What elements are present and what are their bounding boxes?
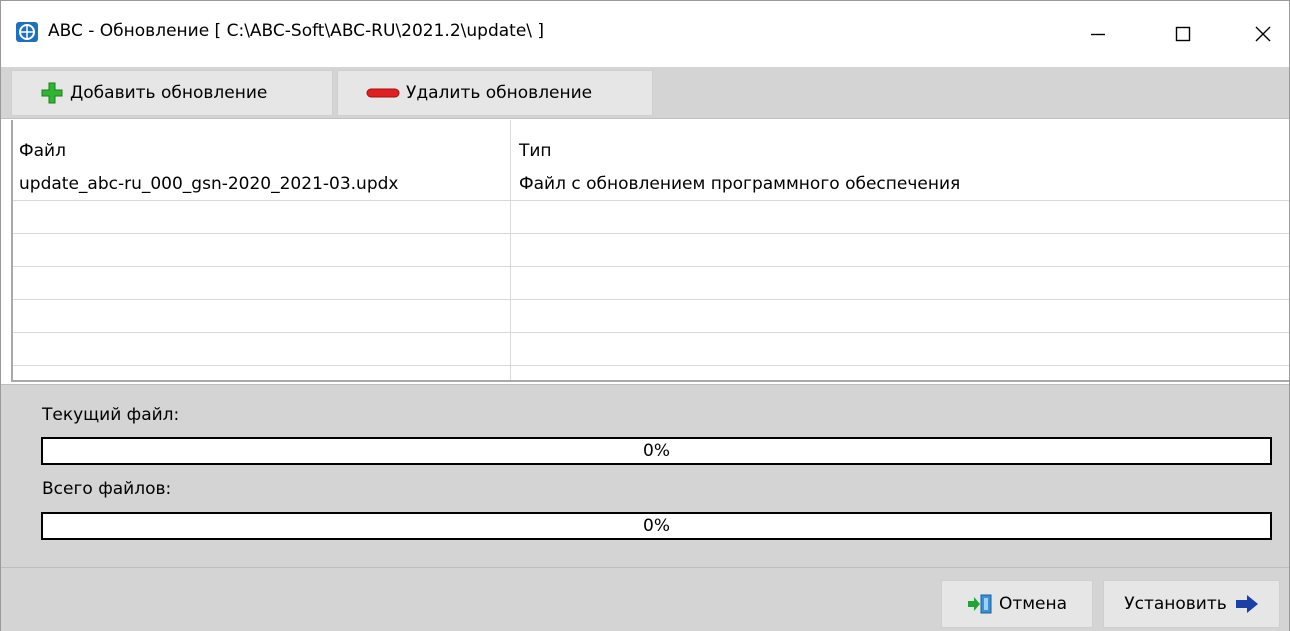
close-icon — [1255, 26, 1271, 42]
total-files-progress: 0% — [41, 512, 1272, 540]
table-row[interactable] — [13, 366, 1289, 380]
footer-panel: Отмена Установить — [1, 567, 1289, 631]
remove-update-label: Удалить обновление — [406, 83, 593, 103]
updates-table[interactable]: Файл Тип update_abc-ru_000_gsn-2020_2021… — [11, 120, 1289, 382]
total-files-label: Всего файлов: — [42, 479, 172, 499]
row-type-cell — [511, 300, 1289, 333]
add-update-button[interactable]: Добавить обновление — [11, 70, 333, 116]
row-type-cell — [511, 234, 1289, 267]
cancel-label: Отмена — [998, 594, 1068, 614]
row-file-cell — [13, 267, 510, 300]
arrow-right-icon — [1235, 594, 1259, 614]
row-type-cell: Файл с обновлением программного обеспече… — [519, 174, 961, 194]
row-file-cell — [13, 333, 510, 366]
add-update-label: Добавить обновление — [70, 83, 268, 103]
row-file-cell — [13, 366, 510, 380]
app-logo-icon — [15, 21, 39, 43]
minus-icon — [366, 86, 400, 100]
cancel-button[interactable]: Отмена — [941, 580, 1093, 628]
title-bar: ABC - Обновление [ C:\ABC-Soft\ABC-RU\20… — [1, 1, 1289, 65]
current-file-progress-text: 0% — [643, 441, 670, 461]
window-title: ABC - Обновление [ C:\ABC-Soft\ABC-RU\20… — [48, 21, 545, 41]
row-file-cell — [13, 300, 510, 333]
table-header: Файл Тип — [13, 135, 1289, 167]
install-label: Установить — [1124, 594, 1227, 614]
minimize-button[interactable] — [1068, 11, 1128, 57]
close-button[interactable] — [1233, 11, 1290, 57]
row-file-cell — [13, 201, 510, 234]
total-files-progress-text: 0% — [643, 516, 670, 536]
table-row[interactable] — [13, 267, 1289, 300]
table-row[interactable] — [13, 234, 1289, 267]
install-button[interactable]: Установить — [1103, 580, 1280, 628]
minimize-icon — [1091, 33, 1105, 36]
column-header-type[interactable]: Тип — [511, 135, 1289, 168]
row-type-cell — [511, 333, 1289, 366]
current-file-label: Текущий файл: — [42, 405, 180, 425]
exit-door-icon — [967, 593, 993, 615]
table-row[interactable] — [13, 300, 1289, 333]
table-row[interactable] — [13, 201, 1289, 234]
remove-update-button[interactable]: Удалить обновление — [337, 70, 653, 116]
maximize-icon — [1175, 26, 1191, 42]
column-header-file[interactable]: Файл — [13, 135, 510, 168]
plus-icon — [40, 81, 64, 105]
table-row[interactable]: update_abc-ru_000_gsn-2020_2021-03.updx … — [13, 168, 1289, 201]
row-file-cell — [13, 234, 510, 267]
row-file-cell: update_abc-ru_000_gsn-2020_2021-03.updx — [19, 174, 399, 194]
current-file-progress: 0% — [41, 437, 1272, 465]
progress-panel: Текущий файл: 0% Всего файлов: 0% — [1, 384, 1289, 567]
row-type-cell — [511, 366, 1289, 380]
table-row[interactable] — [13, 333, 1289, 366]
maximize-button[interactable] — [1153, 11, 1213, 57]
row-type-cell — [511, 267, 1289, 300]
update-window: ABC - Обновление [ C:\ABC-Soft\ABC-RU\20… — [0, 0, 1290, 631]
toolbar: Добавить обновление Удалить обновление — [1, 67, 1289, 119]
row-type-cell — [511, 201, 1289, 234]
